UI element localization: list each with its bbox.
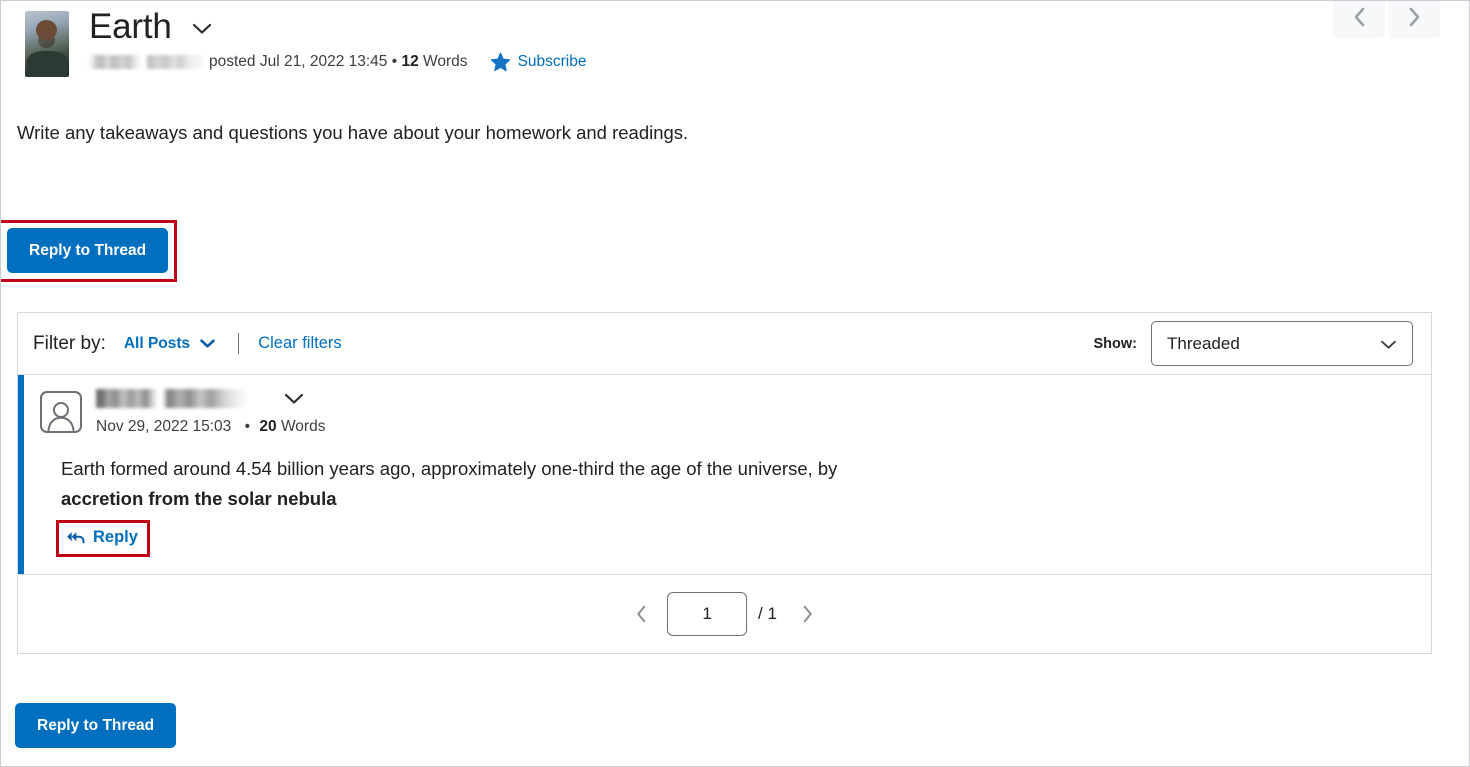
previous-page-button[interactable] bbox=[626, 599, 656, 629]
avatar bbox=[25, 11, 69, 77]
highlight-box: Reply bbox=[56, 519, 150, 557]
thread-prompt-text: Write any takeaways and questions you ha… bbox=[17, 122, 689, 143]
post-word-label: Words bbox=[280, 418, 326, 435]
star-icon bbox=[490, 52, 511, 72]
filter-by-label: Filter by: bbox=[33, 332, 106, 354]
post-row: Nov 29, 2022 15:03 • 20 Words Earth form… bbox=[18, 375, 1431, 575]
subscribe-button[interactable]: Subscribe bbox=[490, 52, 587, 72]
chevron-down-icon[interactable] bbox=[283, 392, 305, 406]
thread-navigation bbox=[1333, 1, 1440, 38]
title-row: Earth bbox=[89, 7, 587, 46]
next-thread-button[interactable] bbox=[1388, 1, 1440, 38]
show-mode-value: Threaded bbox=[1167, 333, 1240, 353]
previous-thread-button[interactable] bbox=[1333, 1, 1385, 38]
chevron-down-icon bbox=[199, 338, 216, 349]
bottom-reply-area: Reply to Thread bbox=[15, 703, 177, 748]
thread-header: Earth posted Jul 21, 2022 13:45 • 12 Wor… bbox=[1, 1, 1469, 77]
reply-highlight: Reply bbox=[56, 519, 150, 557]
meta-bullet: • bbox=[244, 418, 251, 435]
chevron-down-icon[interactable] bbox=[191, 22, 213, 41]
post-header-text: Nov 29, 2022 15:03 • 20 Words bbox=[96, 389, 325, 436]
pagination: / 1 bbox=[18, 574, 1431, 653]
reply-all-icon bbox=[66, 530, 85, 545]
reply-to-thread-button-bottom[interactable]: Reply to Thread bbox=[15, 703, 177, 748]
posted-prefix: posted bbox=[209, 52, 256, 70]
thread-meta: posted Jul 21, 2022 13:45 • 12 Words Sub… bbox=[89, 52, 587, 72]
thread-author-name-redacted bbox=[89, 54, 203, 69]
post-word-count: 20 bbox=[259, 418, 277, 435]
reply-label: Reply bbox=[93, 527, 138, 546]
post-body: Nov 29, 2022 15:03 • 20 Words Earth form… bbox=[24, 375, 1431, 574]
post-date: Nov 29, 2022 15:03 bbox=[96, 418, 232, 435]
reply-button[interactable]: Reply bbox=[64, 526, 142, 549]
post-content-bold: accretion from the solar nebula bbox=[61, 487, 337, 509]
post-content-text: Earth formed around 4.54 billion years a… bbox=[61, 458, 838, 479]
all-posts-filter-label: All Posts bbox=[123, 334, 191, 352]
post-header: Nov 29, 2022 15:03 • 20 Words bbox=[40, 389, 1431, 436]
highlight-box: Reply to Thread bbox=[1, 220, 178, 282]
thread-word-count: 12 bbox=[401, 52, 419, 70]
filter-bar: Filter by: All Posts Clear filters Show:… bbox=[18, 313, 1431, 375]
show-label: Show: bbox=[1093, 335, 1138, 352]
reply-to-thread-highlight: Reply to Thread bbox=[1, 220, 178, 282]
post-author-row bbox=[96, 389, 325, 408]
thread-word-label: Words bbox=[423, 52, 468, 70]
chevron-down-icon bbox=[1379, 338, 1398, 350]
post-author-name-redacted bbox=[96, 389, 247, 408]
post-content: Earth formed around 4.54 billion years a… bbox=[61, 454, 856, 514]
all-posts-filter-dropdown[interactable]: All Posts bbox=[124, 335, 216, 353]
chevron-right-icon bbox=[1407, 6, 1422, 33]
show-mode-select[interactable]: Threaded bbox=[1151, 321, 1413, 366]
page-title: Earth bbox=[89, 7, 172, 46]
divider bbox=[238, 333, 240, 354]
discussion-thread-page: Earth posted Jul 21, 2022 13:45 • 12 Wor… bbox=[0, 0, 1470, 767]
chevron-left-icon bbox=[1352, 6, 1367, 33]
post-meta: Nov 29, 2022 15:03 • 20 Words bbox=[96, 418, 325, 436]
reply-to-thread-button-top[interactable]: Reply to Thread bbox=[7, 228, 169, 273]
clear-filters-link[interactable]: Clear filters bbox=[258, 334, 341, 353]
person-placeholder-icon bbox=[40, 391, 82, 433]
subscribe-label: Subscribe bbox=[517, 52, 587, 70]
posted-date: Jul 21, 2022 13:45 bbox=[259, 52, 388, 70]
meta-bullet: • bbox=[391, 52, 398, 70]
total-pages-label: / 1 bbox=[758, 603, 777, 623]
posts-card: Filter by: All Posts Clear filters Show:… bbox=[17, 312, 1432, 654]
next-page-button[interactable] bbox=[793, 599, 823, 629]
thread-header-text: Earth posted Jul 21, 2022 13:45 • 12 Wor… bbox=[89, 7, 587, 72]
show-group: Show: Threaded bbox=[1093, 321, 1413, 366]
page-number-input[interactable] bbox=[667, 591, 748, 636]
